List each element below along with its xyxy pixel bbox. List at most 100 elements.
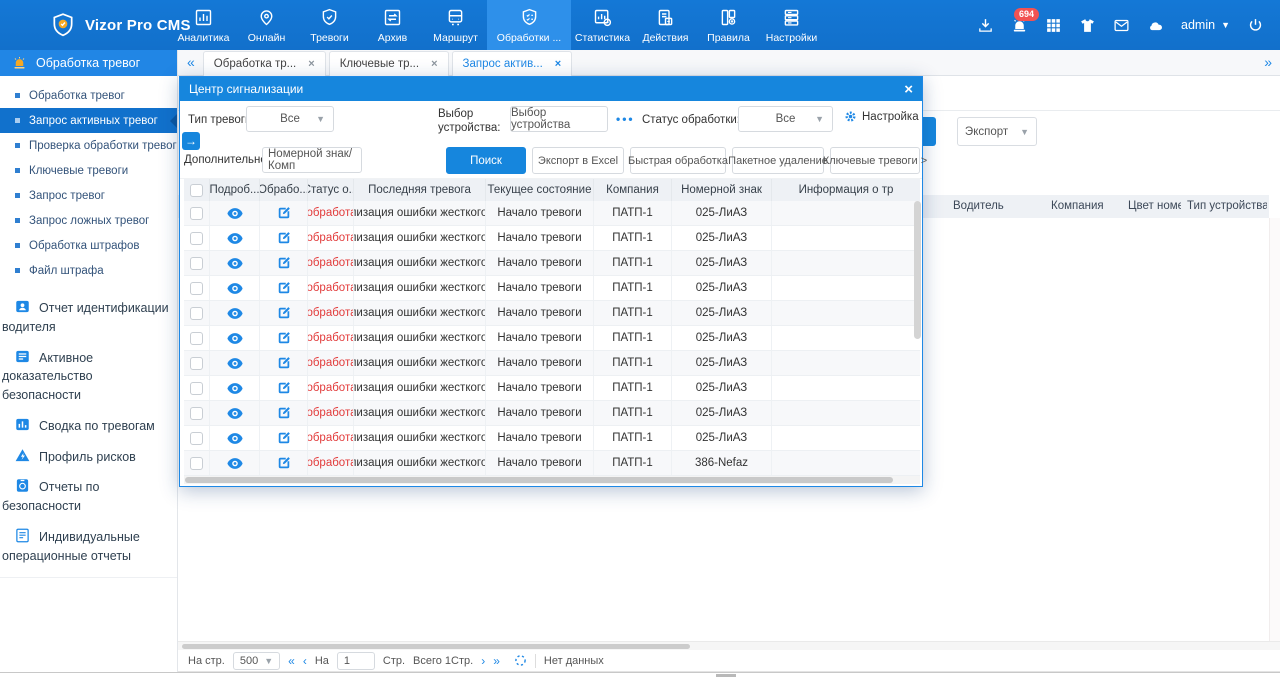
column-status[interactable]: Статус о... bbox=[308, 179, 354, 201]
prev-page-button[interactable]: ‹ bbox=[303, 654, 307, 668]
table-row[interactable]: Необработано Сигнализация ошибки жестког… bbox=[184, 376, 920, 401]
column-plate-color[interactable]: Цвет номера bbox=[1128, 200, 1181, 212]
sidebar-item-safety-reports[interactable]: Отчеты по безопасности bbox=[0, 472, 177, 522]
column-driver[interactable]: Водитель bbox=[953, 200, 1004, 212]
row-checkbox[interactable] bbox=[190, 407, 203, 420]
sidebar-section-header[interactable]: Обработка тревог bbox=[0, 50, 177, 76]
column-device-type[interactable]: Тип устройства bbox=[1187, 200, 1267, 212]
tab[interactable]: Запрос актив...× bbox=[452, 51, 573, 76]
sidebar-item[interactable]: Ключевые тревоги bbox=[0, 158, 177, 183]
nav-analytics[interactable]: Аналитика bbox=[172, 0, 235, 50]
row-checkbox[interactable] bbox=[190, 282, 203, 295]
export-dropdown-button[interactable]: Экспорт ▼ bbox=[957, 117, 1037, 146]
export-excel-button[interactable]: Экспорт в Excel bbox=[532, 147, 624, 174]
search-button[interactable]: Поиск bbox=[446, 147, 526, 174]
eye-icon[interactable] bbox=[227, 357, 243, 370]
expand-panel-arrow-button[interactable]: → bbox=[182, 132, 200, 150]
nav-statistics[interactable]: Статистика bbox=[571, 0, 634, 50]
row-checkbox[interactable] bbox=[190, 457, 203, 470]
window-bottom-scrollbar[interactable] bbox=[0, 672, 1280, 676]
close-icon[interactable]: × bbox=[431, 58, 437, 70]
column-company[interactable]: Компания bbox=[594, 179, 672, 201]
table-row[interactable]: Необработано Сигнализация ошибки жестког… bbox=[184, 426, 920, 451]
table-row[interactable]: Необработано Сигнализация ошибки жестког… bbox=[184, 251, 920, 276]
sidebar-item[interactable]: Запрос активных тревог bbox=[0, 108, 177, 133]
refresh-icon[interactable] bbox=[514, 654, 527, 667]
nav-online[interactable]: Онлайн bbox=[235, 0, 298, 50]
table-row[interactable]: Необработано Сигнализация ошибки жестког… bbox=[184, 201, 920, 226]
download-icon[interactable] bbox=[977, 17, 994, 34]
edit-icon[interactable] bbox=[277, 231, 291, 245]
edit-icon[interactable] bbox=[277, 206, 291, 220]
nav-archive[interactable]: Архив bbox=[361, 0, 424, 50]
row-checkbox[interactable] bbox=[190, 382, 203, 395]
scrollbar-thumb[interactable] bbox=[914, 201, 921, 339]
scrollbar-thumb[interactable] bbox=[185, 477, 893, 483]
eye-icon[interactable] bbox=[227, 207, 243, 220]
additional-filter-input[interactable]: Номерной знак/Комп bbox=[262, 147, 362, 173]
sidebar-item[interactable]: Файл штрафа bbox=[0, 258, 177, 283]
sidebar-item[interactable]: Обработка штрафов bbox=[0, 233, 177, 258]
eye-icon[interactable] bbox=[227, 257, 243, 270]
row-checkbox[interactable] bbox=[190, 307, 203, 320]
nav-alarms[interactable]: Тревоги bbox=[298, 0, 361, 50]
horizontal-scrollbar[interactable] bbox=[178, 641, 1280, 650]
nav-rules[interactable]: Правила bbox=[697, 0, 760, 50]
row-checkbox[interactable] bbox=[190, 207, 203, 220]
column-process[interactable]: Обрабо... bbox=[260, 179, 308, 201]
eye-icon[interactable] bbox=[227, 382, 243, 395]
edit-icon[interactable] bbox=[277, 406, 291, 420]
sidebar-item-risk-profile[interactable]: Профиль рисков bbox=[0, 442, 177, 473]
sidebar-item-driver-id-report[interactable]: Отчет идентификации водителя bbox=[0, 293, 177, 343]
row-checkbox[interactable] bbox=[190, 332, 203, 345]
table-row[interactable]: Необработано Сигнализация ошибки жестког… bbox=[184, 401, 920, 426]
next-page-button[interactable]: › bbox=[481, 654, 485, 668]
settings-button[interactable]: Настройка bbox=[844, 110, 919, 123]
nav-settings[interactable]: Настройки bbox=[760, 0, 823, 50]
edit-icon[interactable] bbox=[277, 356, 291, 370]
table-row[interactable]: Необработано Сигнализация ошибки жестког… bbox=[184, 226, 920, 251]
cloud-icon[interactable] bbox=[1147, 17, 1164, 34]
sidebar-item[interactable]: Проверка обработки тревог bbox=[0, 133, 177, 158]
column-detail[interactable]: Подроб... bbox=[210, 179, 260, 201]
column-plate[interactable]: Номерной знак bbox=[672, 179, 772, 201]
close-icon[interactable]: × bbox=[555, 58, 561, 70]
edit-icon[interactable] bbox=[277, 306, 291, 320]
grid-apps-icon[interactable] bbox=[1045, 17, 1062, 34]
tabs-scroll-right[interactable]: » bbox=[1255, 54, 1280, 75]
sidebar-item-individual-reports[interactable]: Индивидуальные операционные отчеты bbox=[0, 522, 177, 572]
table-row[interactable]: Необработано Сигнализация ошибки жестког… bbox=[184, 351, 920, 376]
column-current-state[interactable]: Текущее состояние bbox=[486, 179, 594, 201]
close-icon[interactable]: × bbox=[308, 58, 314, 70]
user-menu[interactable]: admin ▼ bbox=[1181, 18, 1230, 32]
shirt-icon[interactable] bbox=[1079, 17, 1096, 34]
eye-icon[interactable] bbox=[227, 232, 243, 245]
eye-icon[interactable] bbox=[227, 282, 243, 295]
process-status-select[interactable]: Все▼ bbox=[738, 106, 833, 132]
edit-icon[interactable] bbox=[277, 381, 291, 395]
key-alarms-button[interactable]: Ключевые тревоги > bbox=[830, 147, 920, 174]
nav-route[interactable]: Маршрут bbox=[424, 0, 487, 50]
column-last-alarm[interactable]: Последняя тревога bbox=[354, 179, 486, 201]
edit-icon[interactable] bbox=[277, 431, 291, 445]
row-checkbox[interactable] bbox=[190, 357, 203, 370]
tab[interactable]: Ключевые тр...× bbox=[329, 51, 449, 76]
column-alarm-info[interactable]: Информация о тр bbox=[772, 179, 920, 201]
eye-icon[interactable] bbox=[227, 332, 243, 345]
device-more-icon[interactable]: ••• bbox=[616, 112, 635, 126]
siren-alert-icon[interactable]: 694 bbox=[1011, 17, 1028, 34]
modal-vertical-scrollbar[interactable] bbox=[913, 201, 922, 476]
background-table-scrollbar[interactable] bbox=[1269, 218, 1280, 642]
eye-icon[interactable] bbox=[227, 407, 243, 420]
nav-processing[interactable]: Обработки ... bbox=[487, 0, 571, 50]
power-icon[interactable] bbox=[1247, 17, 1264, 34]
nav-actions[interactable]: Действия bbox=[634, 0, 697, 50]
table-row[interactable]: Необработано Сигнализация ошибки жестког… bbox=[184, 276, 920, 301]
sidebar-item[interactable]: Запрос ложных тревог bbox=[0, 208, 177, 233]
row-checkbox[interactable] bbox=[190, 257, 203, 270]
device-select-input[interactable]: Выбор устройства bbox=[510, 106, 608, 132]
sidebar-item[interactable]: Обработка тревог bbox=[0, 83, 177, 108]
eye-icon[interactable] bbox=[227, 457, 243, 470]
batch-delete-button[interactable]: Пакетное удаление bbox=[732, 147, 824, 174]
table-row[interactable]: Необработано Сигнализация ошибки жестког… bbox=[184, 451, 920, 476]
